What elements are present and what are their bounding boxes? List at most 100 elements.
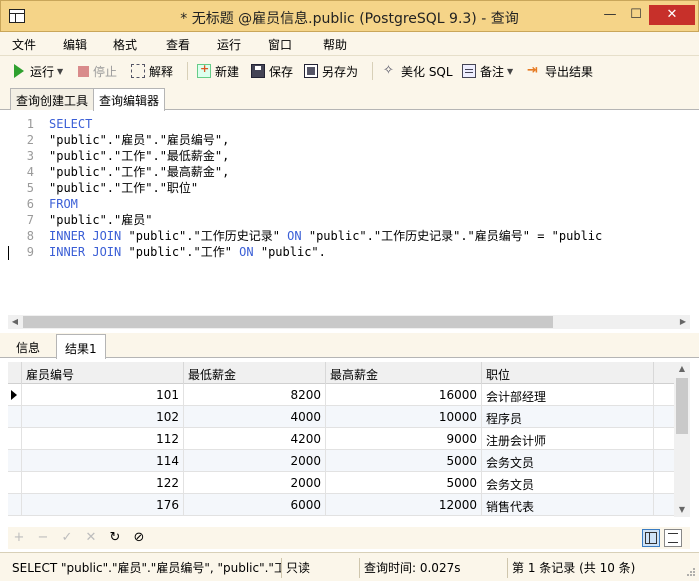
sql-editor[interactable]: 1 SELECT 2 "public"."雇员"."雇员编号", 3 "public"… <box>8 111 690 314</box>
note-button[interactable]: 备注 ▼ <box>462 62 513 80</box>
menu-edit[interactable]: 编辑 <box>63 36 87 53</box>
table-cell[interactable]: 5000 <box>326 450 482 472</box>
form-view-icon <box>668 533 678 543</box>
table-cell[interactable]: 4200 <box>184 428 326 450</box>
table-cell[interactable]: 122 <box>22 472 184 494</box>
table-cell[interactable]: 8200 <box>184 384 326 406</box>
title-bar: * 无标题 @雇员信息.public (PostgreSQL 9.3) - 查询… <box>0 0 699 32</box>
row-selector[interactable] <box>8 406 22 428</box>
minimize-button[interactable]: — <box>597 5 623 25</box>
new-button[interactable]: 新建 <box>197 62 239 80</box>
table-cell[interactable]: 程序员 <box>482 406 654 428</box>
column-header[interactable]: 最高薪金 <box>326 362 482 384</box>
menu-view[interactable]: 查看 <box>166 36 190 53</box>
table-cell[interactable]: 6000 <box>184 494 326 516</box>
note-icon <box>462 64 476 78</box>
row-selector[interactable] <box>8 494 22 516</box>
note-label: 备注 <box>480 64 505 79</box>
scroll-right-icon[interactable]: ▶ <box>676 315 690 329</box>
row-selector[interactable] <box>8 384 22 406</box>
table-cell[interactable]: 176 <box>22 494 184 516</box>
menu-format[interactable]: 格式 <box>113 36 137 53</box>
scrollbar-thumb[interactable] <box>23 316 553 328</box>
line-number: 3 <box>26 149 34 163</box>
maximize-button[interactable]: ☐ <box>623 5 649 25</box>
table-cell[interactable]: 16000 <box>326 384 482 406</box>
menu-file[interactable]: 文件 <box>12 36 36 53</box>
table-cell[interactable]: 会务文员 <box>482 472 654 494</box>
table-row[interactable]: 176 6000 12000 销售代表 <box>8 494 674 516</box>
table-cell[interactable]: 12000 <box>326 494 482 516</box>
row-selector-header <box>8 362 22 384</box>
table-cell[interactable]: 10000 <box>326 406 482 428</box>
editor-tab-strip: 查询创建工具 查询编辑器 <box>0 86 699 111</box>
table-cell[interactable]: 销售代表 <box>482 494 654 516</box>
run-button[interactable]: 运行 ▼ <box>14 62 63 80</box>
table-cell[interactable]: 112 <box>22 428 184 450</box>
explain-button[interactable]: 解释 <box>131 62 173 80</box>
row-selector[interactable] <box>8 472 22 494</box>
table-cell[interactable]: 注册会计师 <box>482 428 654 450</box>
toolbar: 运行 ▼ 停止 解释 新建 保存 另存为 ✧ 美化 SQL 备注 ▼ ⇥ 导出结… <box>0 56 699 86</box>
menu-help[interactable]: 帮助 <box>323 36 347 53</box>
table-cell[interactable]: 会务文员 <box>482 450 654 472</box>
scroll-up-icon[interactable]: ▲ <box>675 362 689 376</box>
menu-window[interactable]: 窗口 <box>268 36 292 53</box>
form-view-button[interactable] <box>664 529 682 547</box>
table-cell[interactable]: 会计部经理 <box>482 384 654 406</box>
table-row[interactable]: 122 2000 5000 会务文员 <box>8 472 674 494</box>
grid-view-button[interactable] <box>642 529 660 547</box>
line-number: 7 <box>26 213 34 227</box>
table-cell[interactable]: 2000 <box>184 472 326 494</box>
tab-query-builder[interactable]: 查询创建工具 <box>10 88 95 110</box>
column-header[interactable]: 职位 <box>482 362 654 384</box>
table-row[interactable]: 114 2000 5000 会务文员 <box>8 450 674 472</box>
line-number: 5 <box>26 181 34 195</box>
status-sql-text: SELECT "public"."雇员"."雇员编号", "public"."工… <box>8 558 282 578</box>
results-grid[interactable]: 雇员编号 最低薪金 最高薪金 职位 101 8200 16000 会计部经理 102 40… <box>8 362 674 517</box>
line-number: 9 <box>26 245 34 259</box>
stop-button[interactable]: 停止 <box>78 62 117 80</box>
table-row[interactable]: 101 8200 16000 会计部经理 <box>8 384 674 406</box>
column-header[interactable]: 雇员编号 <box>22 362 184 384</box>
grid-vertical-scrollbar[interactable]: ▲ ▼ <box>674 362 690 517</box>
scrollbar-thumb[interactable] <box>676 378 688 434</box>
export-label: 导出结果 <box>545 64 594 79</box>
tab-info[interactable]: 信息 <box>8 334 48 358</box>
apply-changes-button[interactable]: ✓ <box>60 530 74 546</box>
resize-grip-icon[interactable] <box>686 567 696 577</box>
chevron-down-icon[interactable]: ▼ <box>57 67 63 76</box>
sql-keyword: ON <box>287 229 302 243</box>
editor-horizontal-scrollbar[interactable]: ◀ ▶ <box>8 315 690 329</box>
tab-query-editor[interactable]: 查询编辑器 <box>93 88 166 111</box>
row-selector[interactable] <box>8 428 22 450</box>
table-cell[interactable]: 4000 <box>184 406 326 428</box>
add-record-button[interactable]: + <box>12 530 26 546</box>
tab-result-1[interactable]: 结果1 <box>56 334 106 359</box>
table-cell[interactable]: 5000 <box>326 472 482 494</box>
scroll-down-icon[interactable]: ▼ <box>675 503 689 517</box>
column-header[interactable]: 最低薪金 <box>184 362 326 384</box>
table-cell[interactable]: 102 <box>22 406 184 428</box>
stop-query-button[interactable]: ⊘ <box>132 530 146 546</box>
table-cell[interactable]: 101 <box>22 384 184 406</box>
save-button[interactable]: 保存 <box>251 62 293 80</box>
table-cell[interactable]: 9000 <box>326 428 482 450</box>
table-row[interactable]: 102 4000 10000 程序员 <box>8 406 674 428</box>
close-button[interactable]: ✕ <box>649 5 695 25</box>
menu-run[interactable]: 运行 <box>217 36 241 53</box>
refresh-button[interactable]: ↻ <box>108 530 122 546</box>
save-as-label: 另存为 <box>322 64 359 79</box>
delete-record-button[interactable]: − <box>36 530 50 546</box>
row-selector[interactable] <box>8 450 22 472</box>
table-cell[interactable]: 2000 <box>184 450 326 472</box>
scroll-left-icon[interactable]: ◀ <box>8 315 22 329</box>
result-tab-strip: 信息 结果1 <box>0 333 699 359</box>
table-row[interactable]: 112 4200 9000 注册会计师 <box>8 428 674 450</box>
chevron-down-icon[interactable]: ▼ <box>507 67 513 76</box>
table-cell[interactable]: 114 <box>22 450 184 472</box>
discard-changes-button[interactable]: ✕ <box>84 530 98 546</box>
beautify-sql-button[interactable]: ✧ 美化 SQL <box>383 62 453 80</box>
save-as-button[interactable]: 另存为 <box>304 62 358 80</box>
export-results-button[interactable]: ⇥ 导出结果 <box>527 62 593 80</box>
